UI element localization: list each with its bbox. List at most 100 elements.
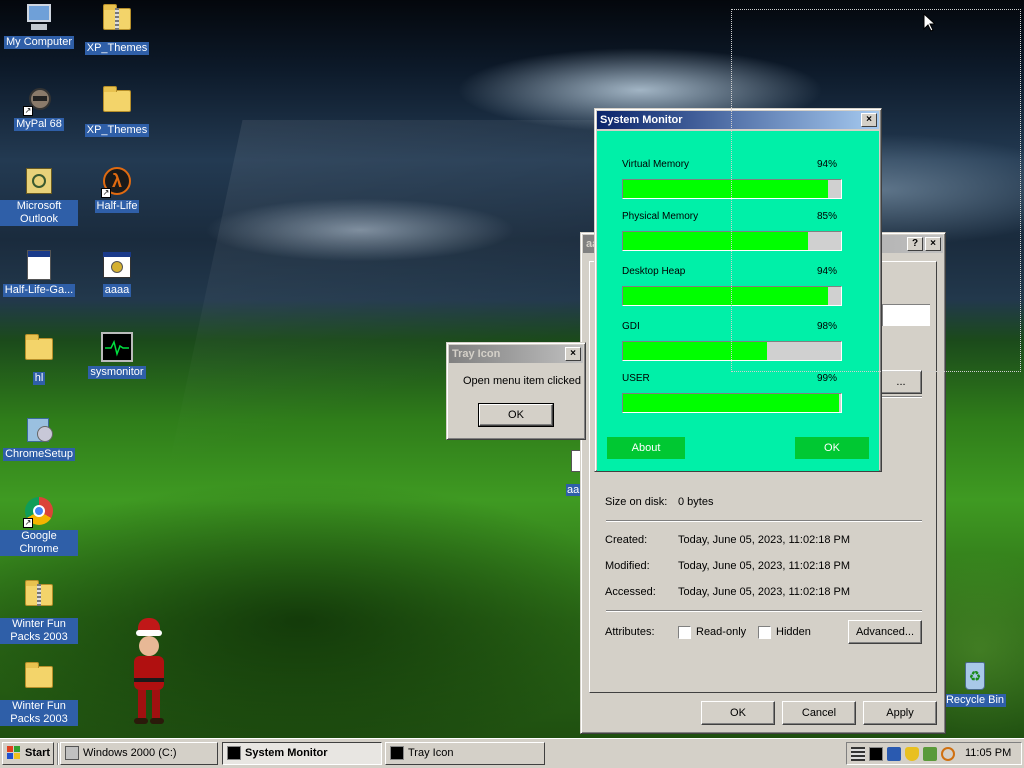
folder-icon [101,86,133,122]
hidden-checkbox[interactable] [758,626,771,639]
outlook-icon [23,166,55,198]
zip-folder-icon [23,580,55,616]
desktop-icon-my-computer[interactable]: My Computer [0,2,78,49]
readonly-checkbox[interactable] [678,626,691,639]
raccoon-icon: ↗ [23,84,55,116]
document-icon [23,250,55,282]
readonly-label: Read-only [696,626,747,638]
desktop-icon-recycle-bin[interactable]: ♻ Recycle Bin [936,660,1014,707]
gauge-label-physical-memory: Physical Memory [622,211,699,222]
shortcut-arrow-icon: ↗ [23,518,33,528]
desktop-icon-label: Winter Fun Packs 2003 [0,618,78,644]
search-icon[interactable] [941,747,955,761]
start-button[interactable]: Start [2,742,54,765]
accessed-label: Accessed: [605,586,656,598]
desktop-icon-label: ChromeSetup [3,448,75,461]
desktop-icon-label: XP_Themes [84,42,150,55]
tray-dialog-titlebar[interactable]: Tray Icon × [449,345,583,363]
ok-button[interactable]: OK [795,437,869,459]
shortcut-arrow-icon: ↗ [23,106,33,116]
chrome-icon: ↗ [23,496,55,528]
hidden-label: Hidden [776,626,811,638]
desktop-icon-sysmonitor[interactable]: sysmonitor [78,332,156,379]
gauge-percent: 99% [817,373,838,384]
desktop-icon-label: Winter Fun Packs 2003 [0,700,78,726]
gauge-label-gdi: GDI [622,321,640,332]
size-on-disk-label: Size on disk: [605,496,668,508]
lambda-icon: λ ↗ [101,166,133,198]
mouse-cursor-icon [923,13,935,32]
desktop-icon-xp-themes-zip[interactable]: XP_Themes [78,2,156,55]
computer-icon [23,2,55,34]
keyboard-icon[interactable] [851,747,865,761]
window-title: Tray Icon [452,348,501,360]
clock[interactable]: 11:05 PM [965,747,1011,759]
tray-icon-dialog[interactable]: Tray Icon × Open menu item clicked OK [446,342,586,440]
desktop-icon-label: Recycle Bin [943,694,1007,707]
installer-icon [23,414,55,446]
desktop-icon-outlook[interactable]: Microsoft Outlook [0,166,78,226]
gauge-label-desktop-heap: Desktop Heap [622,266,686,277]
desktop-icon-chromesetup[interactable]: ChromeSetup [0,414,78,461]
task-label: Tray Icon [408,747,454,759]
network-icon[interactable] [887,747,901,761]
desktop-icon-hl[interactable]: hl [0,332,78,385]
sysmonitor-tray-icon[interactable] [869,747,883,761]
wallpaper-shadow [0,480,650,738]
folder-icon [23,662,55,698]
dialog-message: Open menu item clicked [463,375,581,387]
monitor-icon [390,746,404,760]
desktop-icon-aaaa[interactable]: aaaa [78,250,156,297]
desktop-icon-label: aaaa [102,284,132,297]
separator [606,610,922,612]
monitor-icon [101,332,133,364]
taskbar-divider [57,743,59,765]
shield-icon[interactable] [905,747,919,761]
cancel-button[interactable]: Cancel [782,701,856,725]
modified-label: Modified: [605,560,650,572]
desktop-icon-label: MyPal 68 [14,118,64,131]
shortcut-arrow-icon: ↗ [101,188,111,198]
zip-folder-icon [101,4,133,40]
desktop-icon-label: Half-Life [94,200,140,213]
desktop-icon-winter-fun-folder[interactable]: Winter Fun Packs 2003 [0,660,78,726]
advanced-button[interactable]: Advanced... [848,620,922,644]
change-button[interactable]: ... [880,370,922,394]
desktop-icon-label: Half-Life-Ga... [2,284,76,297]
desktop-icon-label: Microsoft Outlook [0,200,78,226]
desktop-icon-label: My Computer [3,36,75,49]
ok-button[interactable]: OK [701,701,775,725]
close-button[interactable]: × [565,347,581,361]
desktop-icon-google-chrome[interactable]: ↗ Google Chrome [0,496,78,556]
system-tray: 11:05 PM [846,742,1022,765]
task-system-monitor[interactable]: System Monitor [222,742,382,765]
task-windows-2000[interactable]: Windows 2000 (C:) [60,742,218,765]
desktop-icon-xp-themes-folder[interactable]: XP_Themes [78,84,156,137]
recycle-bin-icon: ♻ [959,660,991,692]
desktop-icon-label: Google Chrome [0,530,78,556]
update-icon[interactable] [923,747,937,761]
desktop-icon-half-life-game[interactable]: Half-Life-Ga... [0,250,78,297]
elf-mascot-image [128,618,170,730]
attributes-label: Attributes: [605,626,655,638]
accessed-value: Today, June 05, 2023, 11:02:18 PM [678,586,851,598]
apply-button[interactable]: Apply [863,701,937,725]
selection-rectangle [731,9,1021,372]
gauge-fill [623,394,839,412]
created-label: Created: [605,534,648,546]
window-title: System Monitor [600,114,683,126]
windows-logo-icon [7,746,21,760]
drive-icon [65,746,79,760]
separator [606,520,922,522]
application-icon [101,250,133,282]
desktop-icon-half-life[interactable]: λ ↗ Half-Life [78,166,156,213]
desktop-icon-winter-fun-zip[interactable]: Winter Fun Packs 2003 [0,578,78,644]
ok-button[interactable]: OK [478,403,554,427]
about-button[interactable]: About [607,437,685,459]
monitor-icon [227,746,241,760]
task-label: Windows 2000 (C:) [83,747,177,759]
desktop-icon-mypal[interactable]: ↗ MyPal 68 [0,84,78,131]
task-tray-icon[interactable]: Tray Icon [385,742,545,765]
folder-icon [23,334,55,370]
desktop-icon-label: sysmonitor [88,366,146,379]
